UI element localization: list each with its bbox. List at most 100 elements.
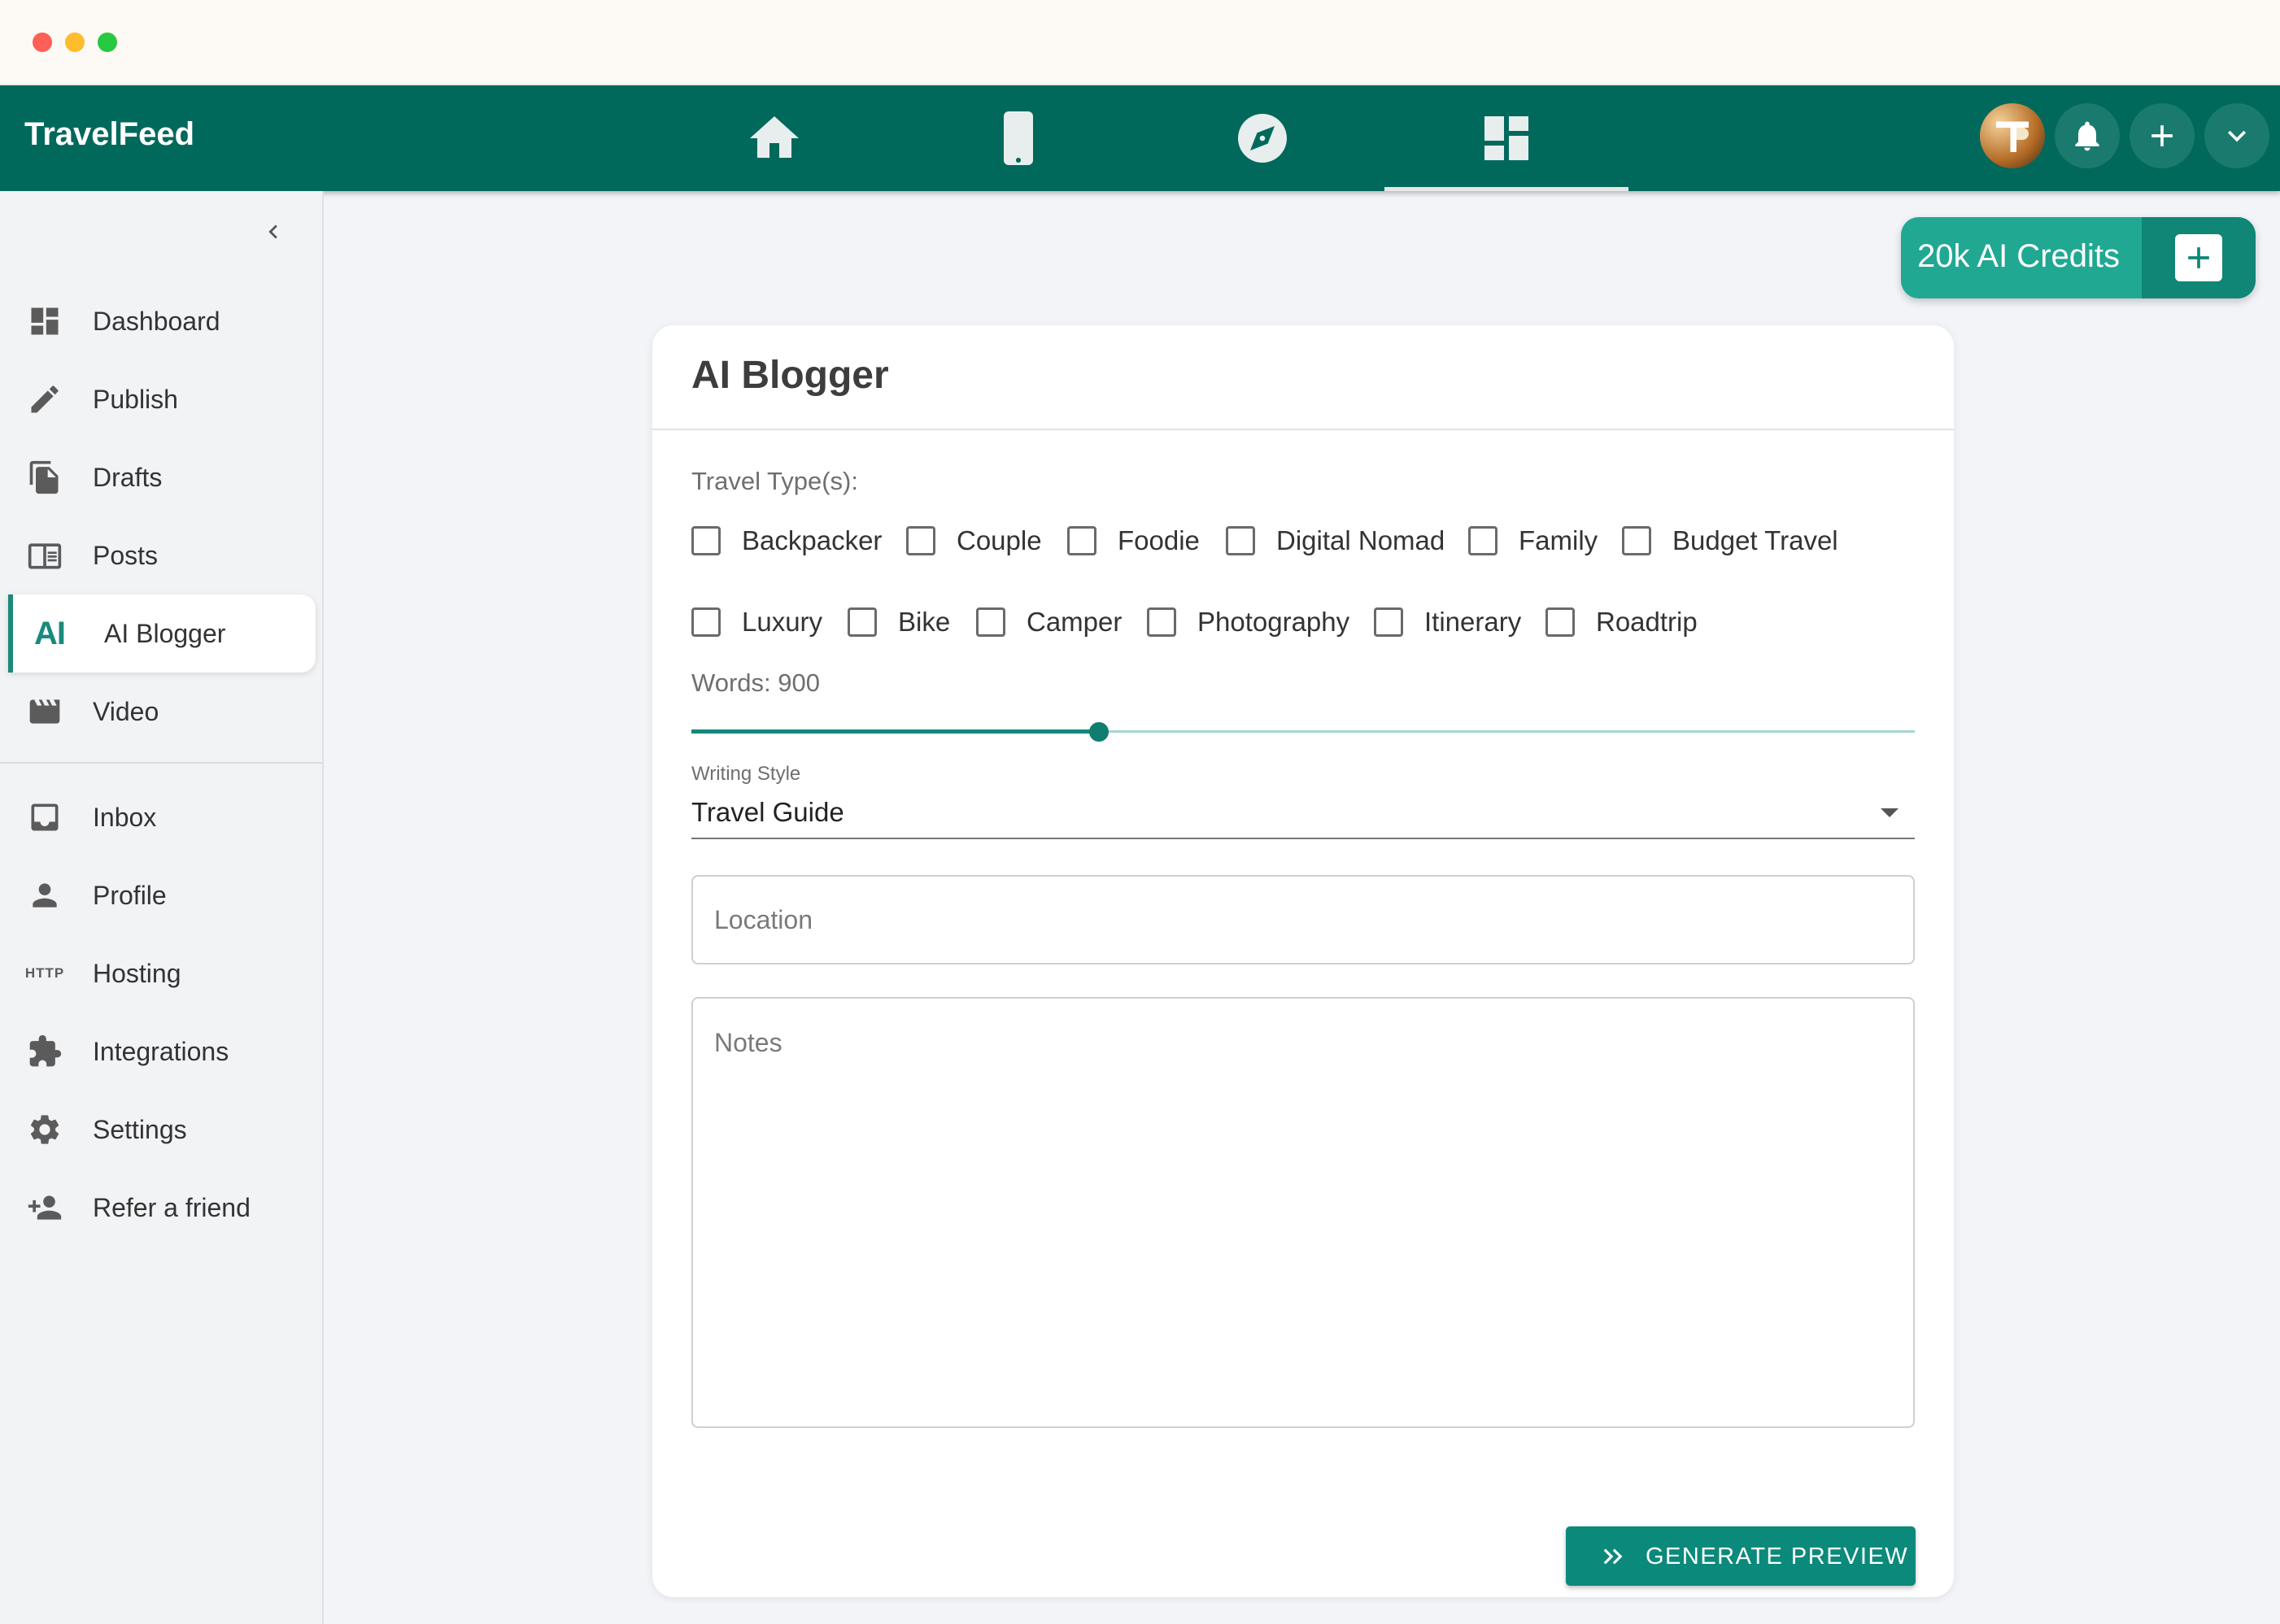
sidebar-divider [0, 762, 324, 764]
sidebar-item-label: Video [93, 696, 159, 726]
sidebar-item-label: Dashboard [93, 306, 220, 336]
avatar-logo-icon [1996, 121, 2029, 152]
dashboard-icon [1484, 116, 1528, 160]
location-input[interactable] [691, 875, 1915, 964]
close-window-button[interactable] [33, 33, 52, 52]
compass-icon [1238, 114, 1287, 163]
person-add-icon [26, 1189, 63, 1226]
words-slider[interactable] [691, 716, 1915, 748]
checkbox-camper[interactable]: Camper [976, 602, 1122, 642]
checkbox-box[interactable] [691, 607, 721, 637]
brand-logo[interactable]: TravelFeed [24, 116, 194, 153]
checkbox-itinerary[interactable]: Itinerary [1374, 602, 1521, 642]
checkbox-backpacker[interactable]: Backpacker [691, 520, 882, 561]
checkbox-photography[interactable]: Photography [1147, 602, 1349, 642]
checkbox-box[interactable] [1067, 526, 1096, 555]
checkbox-box[interactable] [1545, 607, 1575, 637]
checkbox-label: Foodie [1118, 525, 1200, 555]
sidebar-item-publish[interactable]: Publish [8, 360, 316, 438]
checkbox-label: Luxury [742, 607, 823, 637]
app-window: TravelFeed Dashboard Publish Drafts Post… [0, 0, 2280, 1624]
sidebar-item-label: Publish [93, 384, 178, 414]
sidebar-item-integrations[interactable]: Integrations [8, 1012, 316, 1091]
card-title: AI Blogger [691, 354, 889, 397]
sidebar-item-label: AI Blogger [104, 618, 226, 648]
nav-tab-mobile[interactable] [896, 85, 1140, 191]
checkbox-label: Roadtrip [1596, 607, 1698, 637]
documents-icon [26, 459, 63, 496]
checkbox-box[interactable] [1226, 526, 1255, 555]
ai-credits-widget[interactable]: 20k AI Credits [1901, 217, 2256, 298]
dropdown-arrow-icon [1881, 808, 1899, 817]
checkbox-box[interactable] [906, 526, 935, 555]
create-button[interactable] [2130, 103, 2195, 168]
sidebar-item-posts[interactable]: Posts [8, 516, 316, 594]
travel-types-label: Travel Type(s): [691, 467, 858, 495]
add-box-icon [2175, 234, 2222, 281]
maximize-window-button[interactable] [98, 33, 117, 52]
top-app-bar: TravelFeed [0, 85, 2280, 191]
feed-icon [26, 537, 63, 574]
sidebar-item-video[interactable]: Video [8, 673, 316, 751]
sidebar-item-label: Posts [93, 540, 159, 570]
checkbox-bike[interactable]: Bike [848, 602, 950, 642]
checkbox-label: Photography [1197, 607, 1350, 637]
checkbox-box[interactable] [691, 526, 721, 555]
checkbox-couple[interactable]: Couple [906, 520, 1042, 561]
card-divider [652, 429, 1954, 430]
checkbox-label: Digital Nomad [1276, 525, 1445, 555]
notifications-button[interactable] [2055, 103, 2120, 168]
person-icon [26, 877, 63, 914]
collapse-sidebar-button[interactable] [257, 216, 290, 248]
checkbox-label: Itinerary [1424, 607, 1522, 637]
generate-preview-button[interactable]: GENERATE PREVIEW [1566, 1526, 1916, 1586]
chevron-down-icon [2228, 130, 2246, 142]
window-titlebar [0, 0, 2280, 85]
writing-style-select[interactable]: Travel Guide [691, 790, 1915, 839]
checkbox-budget-travel[interactable]: Budget Travel [1622, 520, 1838, 561]
checkbox-box[interactable] [976, 607, 1005, 637]
sidebar-item-refer-a-friend[interactable]: Refer a friend [8, 1169, 316, 1247]
notes-textarea[interactable] [691, 997, 1915, 1428]
checkbox-roadtrip[interactable]: Roadtrip [1545, 602, 1698, 642]
user-avatar[interactable] [1980, 103, 2045, 168]
checkbox-box[interactable] [848, 607, 877, 637]
buy-credits-button[interactable] [2142, 217, 2256, 298]
sidebar-item-settings[interactable]: Settings [8, 1091, 316, 1169]
slider-track-fill [691, 729, 1099, 734]
writing-style-label: Writing Style [691, 763, 801, 785]
double-chevron-right-icon [1598, 1541, 1629, 1572]
account-menu-button[interactable] [2204, 103, 2269, 168]
sidebar-item-label: Settings [93, 1114, 187, 1144]
plus-icon [2151, 125, 2173, 146]
chevron-left-icon [268, 224, 277, 239]
bell-icon [2075, 121, 2099, 151]
checkbox-label: Couple [957, 525, 1042, 555]
nav-tab-explore[interactable] [1140, 85, 1384, 191]
checkbox-family[interactable]: Family [1468, 520, 1598, 561]
nav-tab-home[interactable] [652, 85, 896, 191]
nav-tab-dashboard[interactable] [1384, 85, 1628, 191]
sidebar-item-inbox[interactable]: Inbox [8, 778, 316, 856]
checkbox-box[interactable] [1622, 526, 1651, 555]
slider-thumb[interactable] [1089, 722, 1109, 742]
home-icon [750, 116, 799, 158]
sidebar-item-drafts[interactable]: Drafts [8, 438, 316, 516]
writing-style-value: Travel Guide [691, 797, 844, 827]
sidebar-item-profile[interactable]: Profile [8, 856, 316, 934]
checkbox-label: Camper [1027, 607, 1123, 637]
checkbox-box[interactable] [1374, 607, 1403, 637]
checkbox-luxury[interactable]: Luxury [691, 602, 822, 642]
sidebar-item-ai-blogger[interactable]: AI AI Blogger [8, 594, 316, 673]
sidebar-item-label: Hosting [93, 958, 181, 988]
minimize-window-button[interactable] [65, 33, 85, 52]
checkbox-label: Budget Travel [1672, 525, 1838, 555]
words-label: Words: 900 [691, 668, 820, 697]
sidebar-item-dashboard[interactable]: Dashboard [8, 282, 316, 360]
checkbox-box[interactable] [1147, 607, 1176, 637]
sidebar-item-hosting[interactable]: HTTP Hosting [8, 934, 316, 1012]
checkbox-foodie[interactable]: Foodie [1067, 520, 1200, 561]
checkbox-box[interactable] [1468, 526, 1497, 555]
sidebar-item-label: Inbox [93, 802, 157, 832]
checkbox-digital-nomad[interactable]: Digital Nomad [1226, 520, 1445, 561]
